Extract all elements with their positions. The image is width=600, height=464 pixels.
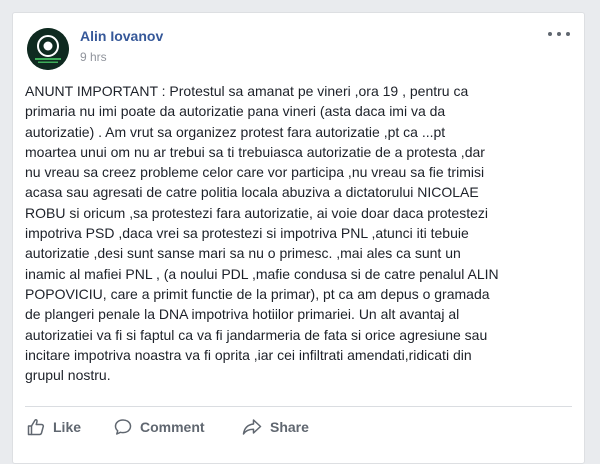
- menu-dot: [566, 32, 570, 36]
- avatar-logo-icon: [27, 28, 69, 70]
- post-header: Alin Iovanov 9 hrs: [13, 13, 584, 77]
- like-label: Like: [53, 419, 82, 435]
- share-button[interactable]: Share: [242, 411, 309, 443]
- post-line: incitare impotriva noastra va fi oprita …: [25, 346, 472, 363]
- post-line: de plangeri penale la DNA impotriva hoti…: [25, 306, 460, 323]
- post-line: nu vreau sa creez probleme celor care vo…: [25, 164, 485, 181]
- post-timestamp[interactable]: 9 hrs: [80, 50, 107, 64]
- share-arrow-icon: [242, 419, 262, 435]
- post-line: autorizatie) . Am vrut sa organizez prot…: [25, 123, 446, 140]
- post-line: moartea unui om nu ar trebui sa ti trebu…: [25, 143, 485, 160]
- post-line: inamic al mafiei PNL , (a noului PDL ,ma…: [25, 265, 499, 282]
- post-line: impotriva PSD ,daca vrei sa protestezi s…: [25, 225, 469, 242]
- post-line: ANUNT IMPORTANT : Protestul sa amanat pe…: [25, 83, 469, 99]
- comment-label: Comment: [140, 419, 205, 435]
- thumbs-up-icon: [27, 419, 45, 436]
- post-card: Alin Iovanov 9 hrs ANUNT IMPORTANT : Pro…: [12, 12, 585, 464]
- like-button[interactable]: Like: [27, 411, 81, 443]
- menu-dot: [548, 32, 552, 36]
- speech-bubble-icon: [114, 419, 132, 435]
- author-name[interactable]: Alin Iovanov: [80, 28, 163, 44]
- post-line: ROBU si oricum ,sa protestezi fara autor…: [25, 204, 488, 221]
- more-options-icon[interactable]: [548, 27, 570, 41]
- menu-dot: [557, 32, 561, 36]
- post-line: POPOVICIU, care a primit functie de la p…: [25, 285, 490, 302]
- post-line: primaria nu imi poate da autorizatie pan…: [25, 103, 446, 120]
- share-label: Share: [270, 419, 309, 435]
- avatar[interactable]: [27, 28, 69, 70]
- post-line: autorizatiei va fi si faptul ca va fi ja…: [25, 326, 488, 343]
- post-line: autorizatie ,desi sunt sanse mari sa nu …: [25, 245, 461, 262]
- post-line: acasa sau agresati de catre politia loca…: [25, 184, 479, 201]
- comment-button[interactable]: Comment: [114, 411, 205, 443]
- action-bar: Like Comment Share: [13, 407, 584, 447]
- post-line: grupul nostru.: [25, 367, 111, 384]
- post-body: ANUNT IMPORTANT : Protestul sa amanat pe…: [25, 81, 575, 385]
